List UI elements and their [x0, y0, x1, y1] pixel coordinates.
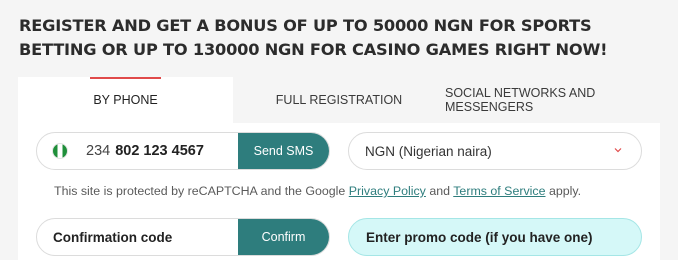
registration-form: 234 802 123 4567 Send SMS NGN (Nigerian …: [18, 123, 660, 260]
confirm-button[interactable]: Confirm: [238, 219, 329, 255]
nigeria-flag-icon[interactable]: [52, 143, 68, 159]
phone-input[interactable]: 234 802 123 4567: [37, 133, 238, 169]
privacy-policy-link[interactable]: Privacy Policy: [349, 184, 426, 198]
confirmation-code-input[interactable]: Confirmation code: [37, 219, 238, 255]
confirmation-field-group: Confirmation code Confirm: [36, 218, 330, 256]
promo-code-button[interactable]: Enter promo code (if you have one): [348, 218, 642, 256]
recaptcha-notice: This site is protected by reCAPTCHA and …: [54, 184, 581, 198]
phone-field-group: 234 802 123 4567 Send SMS: [36, 132, 330, 170]
chevron-down-icon: [614, 148, 622, 153]
recaptcha-text-middle: and: [425, 184, 454, 198]
currency-selected-value: NGN (Nigerian naira): [365, 143, 492, 159]
tab-social-networks[interactable]: SOCIAL NETWORKS AND MESSENGERS: [445, 77, 660, 123]
phone-number-value: 802 123 4567: [115, 143, 204, 159]
recaptcha-text-prefix: This site is protected by reCAPTCHA and …: [54, 184, 349, 198]
registration-headline: REGISTER AND GET A BONUS OF UP TO 50000 …: [19, 16, 608, 59]
send-sms-button[interactable]: Send SMS: [238, 133, 329, 169]
tab-full-registration[interactable]: FULL REGISTRATION: [233, 77, 445, 123]
currency-select[interactable]: NGN (Nigerian naira): [348, 132, 642, 170]
phone-country-code: 234: [86, 143, 111, 159]
recaptcha-text-suffix: apply.: [545, 184, 582, 198]
terms-of-service-link[interactable]: Terms of Service: [453, 184, 545, 198]
registration-tabs: BY PHONE FULL REGISTRATION SOCIAL NETWOR…: [18, 77, 660, 123]
tab-by-phone[interactable]: BY PHONE: [18, 77, 233, 123]
